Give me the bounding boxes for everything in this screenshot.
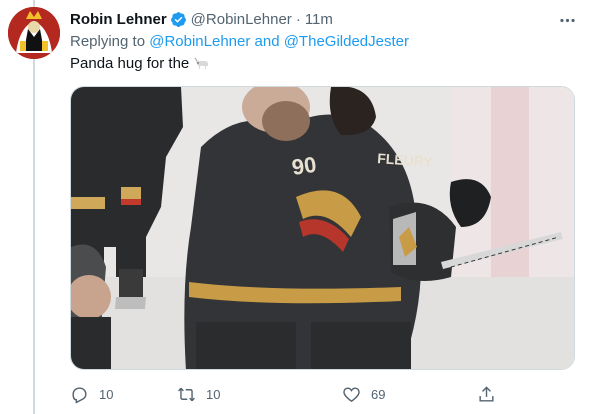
heart-icon (343, 386, 360, 402)
timestamp[interactable]: 11m (305, 11, 333, 28)
reply-icon (72, 386, 87, 404)
share-button[interactable] (477, 383, 496, 405)
more-options-icon[interactable] (556, 9, 578, 31)
replying-to-label: Replying to (70, 33, 146, 50)
avatar[interactable] (8, 7, 60, 59)
tweet-media-photo[interactable]: 90 FLEURY (70, 86, 575, 370)
share-icon (479, 385, 494, 402)
retweet-count: 10 (206, 386, 221, 402)
tweet-header: Robin Lehner @RobinLehner · 11m (70, 9, 333, 29)
tweet-actions: 10 10 69 (70, 383, 500, 405)
retweet-button[interactable]: 10 (177, 383, 220, 405)
replying-to: Replying to @RobinLehner and @TheGildedJ… (70, 33, 409, 50)
reply-count: 10 (99, 386, 114, 402)
verified-badge-icon (170, 11, 187, 28)
replying-to-mentions[interactable]: @RobinLehner and @TheGildedJester (149, 33, 409, 50)
jersey-number: 90 (290, 152, 318, 180)
tweet-text: Panda hug for the (70, 55, 210, 72)
like-count: 69 (371, 386, 386, 402)
thread-line (33, 0, 35, 414)
tweet-text-body: Panda hug for the (70, 55, 190, 72)
separator-dot: · (295, 10, 301, 28)
like-button[interactable]: 69 (342, 383, 385, 405)
user-handle[interactable]: @RobinLehner (191, 11, 292, 28)
goat-emoji-icon (194, 56, 210, 72)
retweet-icon (178, 387, 195, 401)
display-name[interactable]: Robin Lehner (70, 11, 167, 28)
reply-button[interactable]: 10 (70, 383, 113, 405)
